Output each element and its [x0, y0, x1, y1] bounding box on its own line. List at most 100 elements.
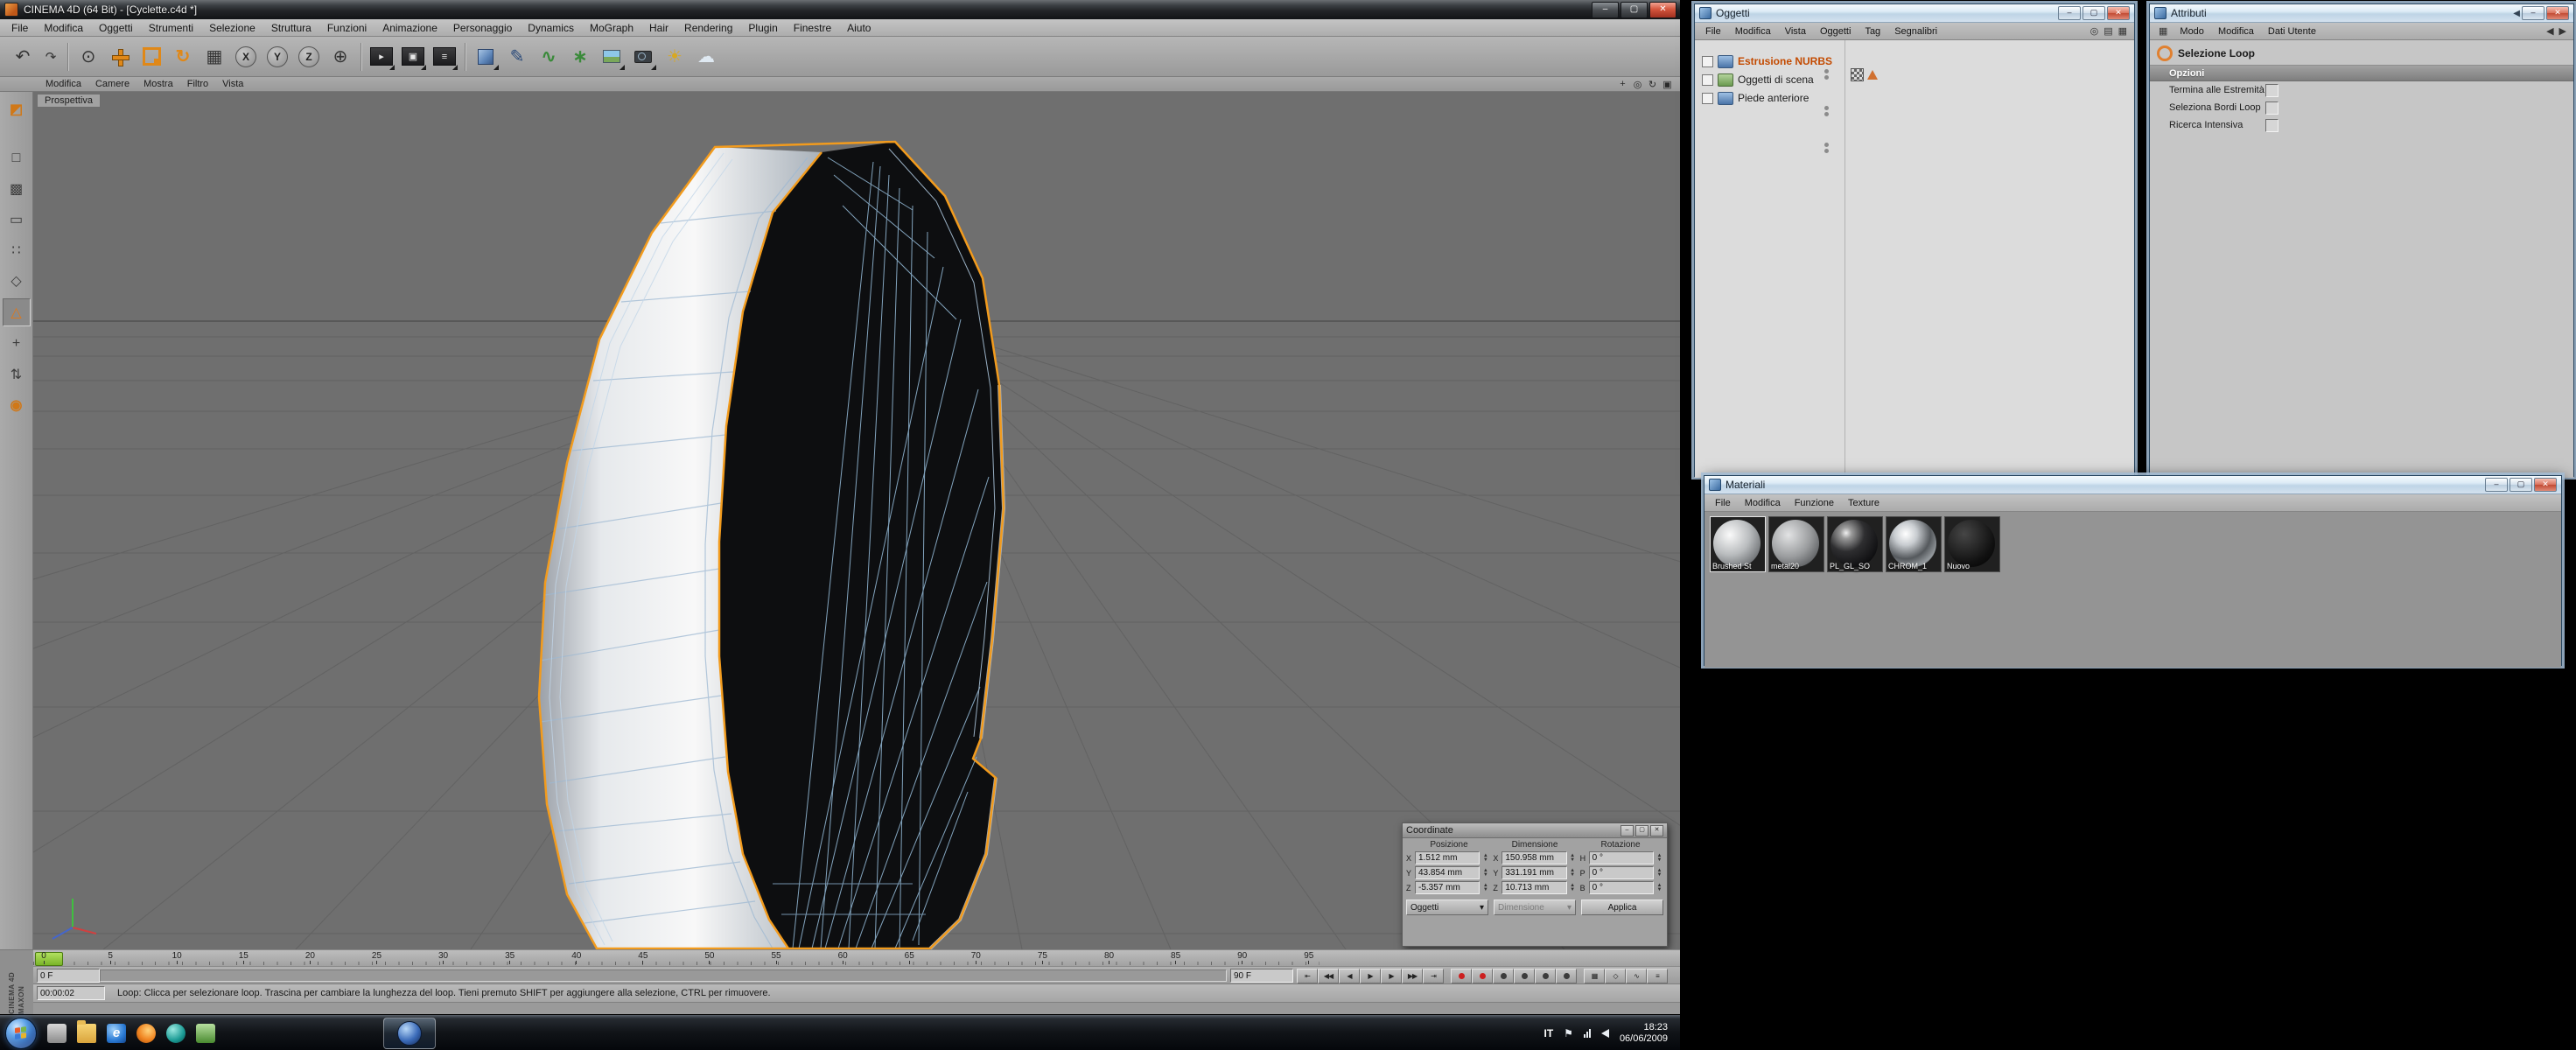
goto-start-icon[interactable]: ⇤ — [1297, 969, 1318, 984]
object-axis-mode-icon[interactable]: + — [4, 331, 30, 357]
materiali-minimize-button[interactable]: – — [2485, 478, 2508, 492]
maximize-view-icon[interactable]: ▣ — [1660, 79, 1675, 90]
add-spline-icon[interactable]: ✎ — [501, 41, 533, 73]
search-icon[interactable]: ◎ — [2090, 25, 2099, 37]
attributi-titlebar[interactable]: Attributi ◀ – ✕ — [2150, 4, 2573, 23]
visibility-dots-icon[interactable] — [1824, 143, 1829, 153]
attributi-mode-icon[interactable]: ▦ — [2153, 25, 2173, 37]
record-position-icon[interactable] — [1493, 969, 1514, 984]
dim-y-field[interactable]: 331.191 mm — [1502, 866, 1566, 879]
lock-x-axis-icon[interactable]: X — [230, 41, 262, 73]
internet-explorer-icon[interactable]: e — [107, 1024, 126, 1043]
menu-personaggio[interactable]: Personaggio — [445, 22, 520, 34]
viewport-view-label[interactable]: Prospettiva — [37, 94, 101, 108]
ricerca-intensiva-checkbox[interactable] — [2265, 119, 2278, 132]
normal-mode-icon[interactable]: ⇅ — [4, 361, 30, 388]
history-back-icon[interactable]: ◀ — [2513, 9, 2520, 18]
dim-x-spinner[interactable]: ▲▼ — [1569, 854, 1577, 863]
seleziona-bordi-checkbox[interactable] — [2265, 102, 2278, 115]
menu-animazione[interactable]: Animazione — [374, 22, 445, 34]
move-icon[interactable] — [104, 41, 136, 73]
attributi-menu-modifica[interactable]: Modifica — [2211, 26, 2261, 37]
menu-struttura[interactable]: Struttura — [263, 22, 319, 34]
media-player-icon[interactable] — [166, 1024, 186, 1043]
render-settings-icon[interactable]: ≡ — [429, 41, 460, 73]
oggetti-menu-oggetti[interactable]: Oggetti — [1813, 26, 1858, 37]
start-button[interactable] — [5, 1018, 37, 1049]
coordinate-maximize-icon[interactable]: ▢ — [1635, 825, 1648, 836]
firefox-icon[interactable] — [136, 1024, 156, 1043]
menu-aiuto[interactable]: Aiuto — [839, 22, 878, 34]
tree-row-scena[interactable]: Oggetti di scena — [1695, 71, 1814, 88]
dim-x-field[interactable]: 150.958 mm — [1502, 851, 1566, 864]
nav-forward-icon[interactable]: ▶ — [2559, 25, 2566, 37]
autokey-icon[interactable] — [1472, 969, 1493, 984]
rot-p-spinner[interactable]: ▲▼ — [1656, 869, 1663, 878]
material-thumbnail[interactable]: Brushed St — [1710, 516, 1766, 572]
lock-z-axis-icon[interactable]: Z — [293, 41, 325, 73]
menu-funzioni[interactable]: Funzioni — [319, 22, 374, 34]
materiali-close-button[interactable]: ✕ — [2534, 478, 2557, 492]
notification-flag-icon[interactable]: ⚑ — [1564, 1027, 1573, 1040]
pos-z-field[interactable]: -5.357 mm — [1415, 881, 1480, 894]
minimize-button[interactable]: – — [1592, 2, 1619, 18]
toggle-b-icon[interactable]: ◇ — [1605, 969, 1626, 984]
pos-x-field[interactable]: 1.512 mm — [1415, 851, 1480, 864]
polygons-mode-icon[interactable]: △ — [3, 298, 31, 326]
material-thumbnail[interactable]: Nuovo — [1944, 516, 2000, 572]
viewport-menu-mostra[interactable]: Mostra — [136, 79, 180, 89]
menu-strumenti[interactable]: Strumenti — [141, 22, 201, 34]
materiali-maximize-button[interactable]: ▢ — [2510, 478, 2532, 492]
render-picture-viewer-icon[interactable]: ▣ — [397, 41, 429, 73]
expand-icon[interactable] — [1702, 56, 1713, 67]
materiali-menu-funzione[interactable]: Funzione — [1788, 498, 1841, 508]
attributi-close-button[interactable]: ✕ — [2546, 6, 2569, 20]
prev-frame-icon[interactable]: ◀ — [1339, 969, 1360, 984]
oggetti-close-button[interactable]: ✕ — [2107, 6, 2130, 20]
material-thumbnail[interactable]: PL_GL_SO — [1827, 516, 1883, 572]
viewport-menu-filtro[interactable]: Filtro — [180, 79, 215, 89]
rotate-view-icon[interactable]: ↻ — [1645, 79, 1660, 90]
rot-b-spinner[interactable]: ▲▼ — [1656, 884, 1663, 892]
oggetti-menu-tag[interactable]: Tag — [1858, 26, 1887, 37]
viewport-canvas[interactable]: Prospettiva — [33, 92, 1680, 949]
volume-icon[interactable] — [1601, 1029, 1609, 1038]
menu-modifica[interactable]: Modifica — [36, 22, 91, 34]
coordinate-close-icon[interactable]: ✕ — [1650, 825, 1663, 836]
menu-oggetti[interactable]: Oggetti — [91, 22, 141, 34]
toggle-c-icon[interactable]: ∿ — [1626, 969, 1647, 984]
oggetti-menu-vista[interactable]: Vista — [1778, 26, 1813, 37]
viewport-menu-modifica[interactable]: Modifica — [38, 79, 88, 89]
add-sky-icon[interactable]: ☁ — [690, 41, 722, 73]
tree-row-piede[interactable]: Piede anteriore — [1695, 89, 1809, 107]
coordinate-titlebar[interactable]: Coordinate – ▢ ✕ — [1403, 823, 1667, 838]
texture-mode-icon[interactable]: ▩ — [4, 176, 30, 202]
points-mode-icon[interactable]: ∷ — [4, 237, 30, 263]
options-section-header[interactable]: Opzioni — [2150, 65, 2573, 81]
selection-tag-icon[interactable] — [1867, 70, 1878, 80]
edges-mode-icon[interactable]: ◇ — [4, 268, 30, 294]
redo-icon[interactable]: ↷ — [38, 41, 63, 73]
record-parameter-icon[interactable] — [1556, 969, 1577, 984]
add-camera-icon[interactable] — [627, 41, 659, 73]
rot-h-spinner[interactable]: ▲▼ — [1656, 854, 1663, 863]
live-selection-icon[interactable]: ⊙ — [73, 41, 104, 73]
toggle-d-icon[interactable]: ≡ — [1647, 969, 1668, 984]
filter-icon[interactable]: ▤ — [2104, 25, 2112, 37]
attributi-menu-dati-utente[interactable]: Dati Utente — [2261, 26, 2323, 37]
window-titlebar[interactable]: CINEMA 4D (64 Bit) - [Cyclette.c4d *] – … — [0, 0, 1680, 19]
timeline-ruler[interactable]: 0 5 10 15 20 25 30 35 40 45 50 55 60 65 … — [33, 949, 1680, 967]
nav-back-icon[interactable]: ◀ — [2546, 25, 2553, 37]
expand-icon[interactable] — [1702, 93, 1713, 104]
texture-tag-icon[interactable] — [1851, 68, 1864, 81]
menu-hair[interactable]: Hair — [641, 22, 676, 34]
size-mode-dropdown[interactable]: Dimensione ▾ — [1494, 900, 1576, 915]
dim-z-spinner[interactable]: ▲▼ — [1569, 884, 1577, 892]
zoom-view-icon[interactable]: ◎ — [1630, 79, 1645, 90]
materiali-menu-file[interactable]: File — [1708, 498, 1738, 508]
frame-range-track[interactable] — [100, 970, 1227, 982]
close-button[interactable]: ✕ — [1649, 2, 1676, 18]
add-primitive-cube-icon[interactable] — [470, 41, 501, 73]
apply-button[interactable]: Applica — [1581, 900, 1663, 915]
material-thumbnail[interactable]: metal20 — [1768, 516, 1824, 572]
